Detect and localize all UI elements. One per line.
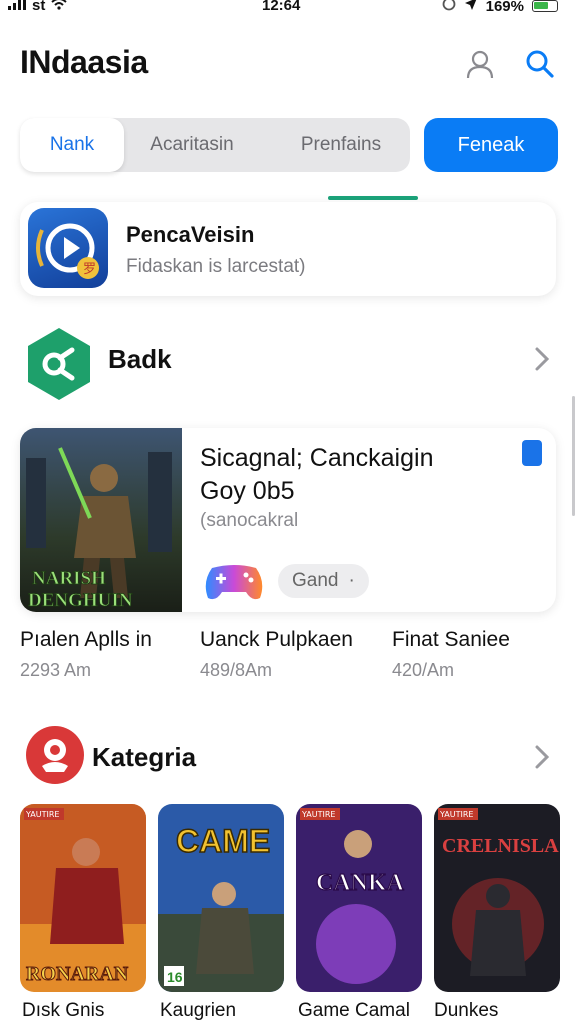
stat-value: 489/8Am — [200, 660, 273, 680]
game-tile[interactable]: YAUTIRE RONARAN — [20, 804, 146, 992]
tile-label[interactable]: Dunkes — [434, 1000, 498, 1022]
tile-label[interactable]: Game Camal — [298, 1000, 410, 1022]
game-tile[interactable]: YAUTIRE CRELNISLA — [434, 804, 560, 992]
list-item[interactable]: Uanck Pulpkaen 489/8Am — [200, 628, 353, 681]
section-label-badk: Badk — [108, 344, 172, 374]
location-icon — [464, 0, 478, 15]
bookmark-icon[interactable] — [522, 440, 542, 466]
featured-card[interactable]: 罗 PencaVeisin Fidaskan is larcestat) — [20, 202, 556, 296]
chevron-right-icon — [534, 346, 550, 377]
user-icon — [466, 50, 494, 79]
genre-chip-label: Gand — [292, 570, 339, 591]
game-title-line-2: Goy 0b5 — [200, 477, 295, 505]
battery-icon — [532, 0, 558, 12]
carrier-text: st — [32, 0, 46, 14]
genre-chip[interactable]: Gand · — [278, 564, 369, 598]
status-right: 169% — [442, 0, 558, 15]
stat-title: Uanck Pulpkaen — [200, 628, 353, 651]
section-kategria[interactable]: Kategria — [20, 718, 556, 798]
tile-art-text: CRELNISLA — [442, 835, 559, 857]
game-title: Sicagnal; Canckaigin Goy 0b5 — [200, 442, 500, 508]
tile-art-text: CANKA — [316, 870, 405, 896]
game-card[interactable]: NARISH DENGHUIN Sicagnal; Canckaigin Goy… — [20, 428, 556, 612]
wifi-icon — [51, 0, 67, 14]
search-button[interactable] — [522, 46, 558, 82]
tab-nank[interactable]: Nank — [20, 118, 124, 172]
emblem-icon — [26, 722, 92, 798]
tile-label[interactable]: Dısk Gnis — [22, 1000, 104, 1022]
list-item[interactable]: Finat Saniee 420/Am — [392, 628, 510, 681]
tile-tag: YAUTIRE — [301, 810, 335, 819]
gamepad-icon — [202, 562, 266, 602]
tile-tag: 16 — [167, 969, 183, 985]
tile-art-text: CAME — [176, 823, 270, 859]
share-node-icon — [26, 326, 92, 402]
game-art-title-1: NARISH — [32, 568, 106, 589]
featured-title: PencaVeisin — [126, 222, 255, 247]
game-artwork: NARISH DENGHUIN — [20, 428, 182, 612]
tile-tag: YAUTIRE — [439, 810, 473, 819]
segmented-control: Nank Acaritasin Prenfains — [20, 118, 410, 172]
battery-percent: 169% — [485, 0, 524, 15]
tab-acaritasin[interactable]: Acaritasin — [130, 118, 254, 172]
game-tile[interactable]: YAUTIRE CANKA — [296, 804, 422, 992]
tab-prenfains[interactable]: Prenfains — [276, 118, 406, 172]
stat-title: Finat Saniee — [392, 628, 510, 651]
app-title: INdaasia — [20, 44, 148, 80]
tile-artwork: YAUTIRE CANKA — [296, 804, 422, 992]
search-icon — [526, 50, 554, 78]
tile-artwork: CAME 16 — [158, 804, 284, 992]
scrollbar[interactable] — [572, 396, 575, 516]
svg-text:罗: 罗 — [83, 262, 96, 277]
featured-subtitle: Fidaskan is larcestat) — [126, 256, 306, 277]
section-label-kategria: Kategria — [92, 742, 197, 772]
feneak-button[interactable]: Feneak — [424, 118, 558, 172]
game-subtitle: (sanocakral — [200, 510, 299, 531]
genre-chip-dot: · — [348, 570, 355, 591]
tile-art-text: RONARAN — [26, 963, 129, 985]
tile-label[interactable]: Kaugrien — [160, 1000, 236, 1022]
stat-value: 420/Am — [392, 660, 455, 680]
signal-icon — [8, 0, 26, 14]
chevron-right-icon — [534, 744, 550, 775]
tile-artwork: YAUTIRE RONARAN — [20, 804, 146, 992]
profile-button[interactable] — [462, 46, 498, 82]
stat-value: 2293 Am — [20, 660, 92, 680]
status-bar: st 12:64 169% — [0, 0, 576, 15]
tab-indicator — [328, 196, 418, 200]
alarm-icon — [442, 0, 456, 15]
tile-tag: YAUTIRE — [25, 810, 59, 819]
video-app-icon: 罗 — [28, 208, 108, 288]
status-time: 12:64 — [262, 0, 301, 14]
game-title-line-1: Sicagnal; Canckaigin — [200, 444, 434, 472]
stat-title: Pıalen Aplls in — [20, 628, 152, 651]
tile-artwork: YAUTIRE CRELNISLA — [434, 804, 560, 992]
status-left: st — [8, 0, 67, 14]
game-art-title-2: DENGHUIN — [28, 590, 133, 611]
game-tile[interactable]: CAME 16 — [158, 804, 284, 992]
list-item[interactable]: Pıalen Aplls in 2293 Am — [20, 628, 152, 681]
section-badk[interactable]: Badk — [20, 322, 556, 402]
